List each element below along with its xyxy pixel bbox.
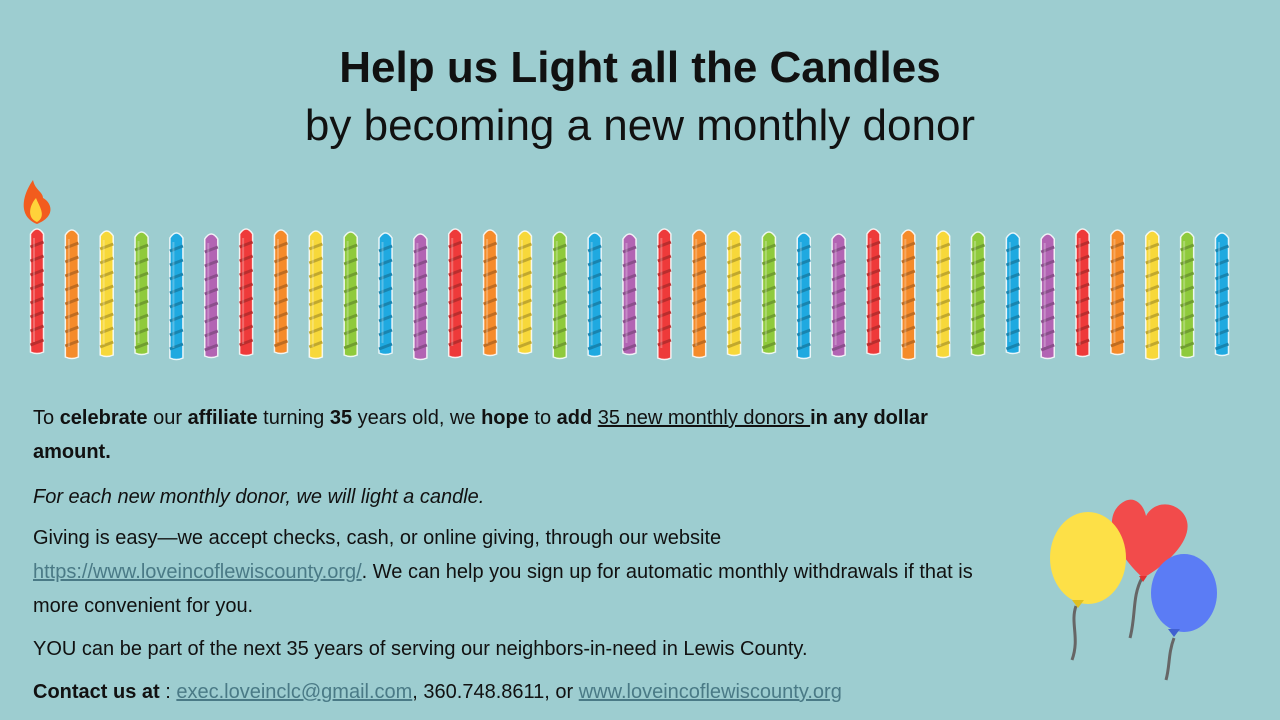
candle-highlight xyxy=(1078,238,1081,345)
candle-29 xyxy=(1005,232,1021,355)
candle-highlight xyxy=(1008,242,1011,342)
candle-highlight xyxy=(590,242,593,345)
candle-35 xyxy=(1214,232,1230,357)
candle-11 xyxy=(378,232,393,356)
candles-row xyxy=(23,180,1230,361)
balloon-string xyxy=(1164,637,1176,681)
candle-highlight xyxy=(869,238,872,343)
candle-highlight xyxy=(33,238,35,342)
candle-1 xyxy=(23,180,51,355)
website-link[interactable]: https://www.loveincoflewiscounty.org/ xyxy=(33,561,362,583)
candle-26 xyxy=(901,229,916,361)
balloon-string xyxy=(1128,577,1144,639)
candle-33 xyxy=(1145,230,1160,361)
closing-paragraph: YOU can be part of the next 35 years of … xyxy=(33,638,808,660)
candle-5 xyxy=(169,232,184,361)
candle-20 xyxy=(691,229,707,359)
contact-label: Contact us at xyxy=(33,681,160,703)
candle-16 xyxy=(552,231,568,360)
flame-icon xyxy=(23,180,51,224)
candle-30 xyxy=(1040,233,1055,360)
candle-highlight xyxy=(520,240,523,342)
candle-highlight xyxy=(172,242,175,348)
body-text: To celebrate our affiliate turning 35 ye… xyxy=(33,401,993,709)
candle-note: For each new monthly donor, we will ligh… xyxy=(33,486,485,508)
candle-highlight xyxy=(834,243,837,345)
candle-14 xyxy=(482,229,498,357)
candle-highlight xyxy=(381,242,384,343)
candle-8 xyxy=(273,229,289,355)
site-link[interactable]: www.loveincoflewiscounty.org xyxy=(579,681,842,703)
candle-highlight xyxy=(207,243,210,346)
candle-highlight xyxy=(102,240,105,345)
candle-highlight xyxy=(1148,240,1151,348)
candle-highlight xyxy=(416,243,419,348)
candle-13 xyxy=(447,228,463,359)
goal-underline: 35 new monthly donors xyxy=(597,407,811,429)
candle-highlight xyxy=(1218,242,1220,344)
candle-highlight xyxy=(799,242,802,347)
candle-21 xyxy=(726,230,742,357)
contact-line: Contact us at : exec.loveinclc@gmail.com… xyxy=(33,681,842,703)
candle-highlight xyxy=(730,240,733,344)
candle-4 xyxy=(134,231,149,356)
candle-highlight xyxy=(1113,239,1116,343)
candle-22 xyxy=(761,231,777,355)
candle-highlight xyxy=(486,239,489,344)
candle-10 xyxy=(343,231,358,358)
candle-32 xyxy=(1110,229,1125,356)
candle-17 xyxy=(587,232,602,358)
candle-12 xyxy=(413,233,428,361)
candle-highlight xyxy=(67,239,70,347)
candle-31 xyxy=(1075,228,1090,358)
goal-paragraph: To celebrate our affiliate turning 35 ye… xyxy=(33,407,928,463)
yellow-balloon xyxy=(1050,512,1126,608)
candle-highlight xyxy=(939,240,942,346)
candle-27 xyxy=(935,230,951,359)
candle-highlight xyxy=(276,239,279,342)
candle-highlight xyxy=(764,241,767,342)
page-subtitle: by becoming a new monthly donor xyxy=(304,101,976,150)
page-title: Help us Light all the Candles xyxy=(339,43,941,92)
candle-highlight xyxy=(311,240,314,347)
candle-15 xyxy=(517,230,533,355)
candle-9 xyxy=(308,230,324,360)
giving-paragraph: Giving is easy—we accept checks, cash, o… xyxy=(33,527,973,617)
candle-23 xyxy=(796,232,812,360)
candle-highlight xyxy=(555,241,558,347)
candle-highlight xyxy=(451,238,454,346)
candle-25 xyxy=(866,228,881,356)
candle-highlight xyxy=(695,239,698,346)
candle-highlight xyxy=(1043,243,1046,347)
candle-highlight xyxy=(137,241,140,343)
candle-24 xyxy=(831,233,846,358)
candle-19 xyxy=(657,228,672,361)
email-link[interactable]: exec.loveinclc@gmail.com xyxy=(176,681,412,703)
candle-highlight xyxy=(242,238,245,344)
candle-6 xyxy=(204,233,219,359)
candle-highlight xyxy=(346,241,349,345)
candle-highlight xyxy=(625,243,628,343)
candle-highlight xyxy=(1183,241,1186,346)
candle-highlight xyxy=(974,241,977,344)
balloon-string xyxy=(1070,605,1078,661)
candle-34 xyxy=(1179,231,1195,359)
candle-2 xyxy=(64,229,80,360)
blue-balloon xyxy=(1151,554,1217,637)
candle-3 xyxy=(99,230,114,358)
balloons-illustration xyxy=(1050,499,1217,681)
candle-highlight xyxy=(660,238,663,348)
candle-highlight xyxy=(904,239,907,348)
candle-7 xyxy=(238,228,254,357)
candle-18 xyxy=(622,233,637,356)
candle-28 xyxy=(970,231,986,357)
